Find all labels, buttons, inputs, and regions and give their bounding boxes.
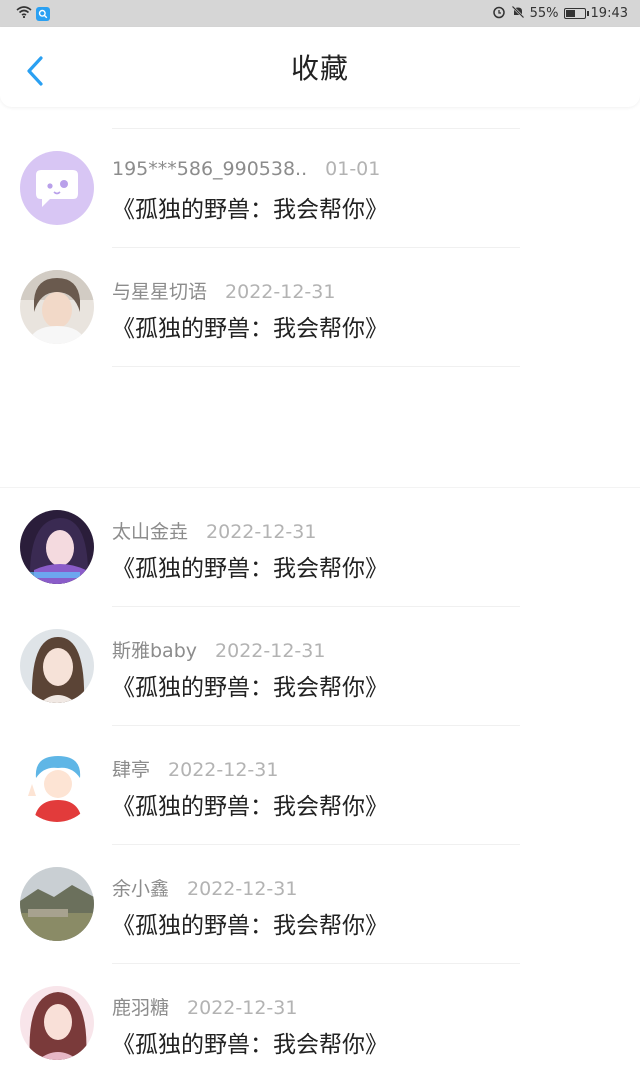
avatar[interactable] [20,986,94,1060]
status-right: 55% 19:43 [492,5,628,23]
username[interactable]: 鹿羽糖 [112,993,169,1020]
item-meta: 195***586_990538.. 01-01 [112,158,380,180]
item-meta: 肆亭 2022-12-31 [112,755,278,782]
avatar[interactable] [20,867,94,941]
list-item[interactable]: 斯雅baby 2022-12-31 《孤独的野兽：我会帮你》 [0,607,640,725]
avatar[interactable] [20,510,94,584]
battery-icon [563,8,589,19]
avatar[interactable] [20,151,94,225]
mute-icon [511,5,525,23]
avatar[interactable] [20,270,94,344]
item-content[interactable]: 《孤独的野兽：我会帮你》 [112,906,388,940]
date: 2022-12-31 [206,521,317,543]
username[interactable]: 与星星切语 [112,277,207,304]
battery-percent: 55% [529,6,559,21]
status-bar: 55% 19:43 [0,0,640,27]
avatar[interactable] [20,629,94,703]
item-meta: 斯雅baby 2022-12-31 [112,636,325,663]
item-meta: 太山金垚 2022-12-31 [112,517,316,544]
header-bar: 收藏 [0,27,640,107]
date: 2022-12-31 [187,997,298,1019]
app-notification-icon [36,6,50,21]
item-content[interactable]: 《孤独的野兽：我会帮你》 [112,1025,388,1059]
list-item[interactable]: 与星星切语 2022-12-31 《孤独的野兽：我会帮你》 [0,248,640,366]
chevron-left-icon [26,55,44,91]
username[interactable]: 肆亭 [112,755,150,782]
list-item[interactable]: 鹿羽糖 2022-12-31 《孤独的野兽：我会帮你》 [0,964,640,1067]
item-meta: 余小鑫 2022-12-31 [112,874,297,901]
empty-space [0,367,640,487]
chat-bubble-icon [20,170,94,225]
username[interactable]: 斯雅baby [112,636,197,663]
username[interactable]: 太山金垚 [112,517,188,544]
wifi-icon [16,5,32,22]
favorites-list: 195***586_990538.. 01-01 《孤独的野兽：我会帮你》 与星… [0,110,640,1067]
avatar[interactable] [20,748,94,822]
page-title: 收藏 [290,52,349,85]
date: 2022-12-31 [215,640,326,662]
username[interactable]: 余小鑫 [112,874,169,901]
list-item[interactable]: 太山金垚 2022-12-31 《孤独的野兽：我会帮你》 [0,488,640,606]
date: 2022-12-31 [168,759,279,781]
item-content[interactable]: 《孤独的野兽：我会帮你》 [112,549,388,583]
item-meta: 鹿羽糖 2022-12-31 [112,993,297,1020]
date: 01-01 [325,158,381,180]
status-left [16,5,50,22]
back-button[interactable] [22,55,48,91]
date: 2022-12-31 [225,281,336,303]
item-meta: 与星星切语 2022-12-31 [112,277,335,304]
battery-fill [565,10,575,17]
date: 2022-12-31 [187,878,298,900]
username[interactable]: 195***586_990538.. [112,158,307,180]
clock-time: 19:43 [590,6,628,21]
list-item[interactable]: 肆亭 2022-12-31 《孤独的野兽：我会帮你》 [0,726,640,844]
item-content[interactable]: 《孤独的野兽：我会帮你》 [112,190,388,224]
item-content[interactable]: 《孤独的野兽：我会帮你》 [112,309,388,343]
alarm-icon [492,5,506,23]
item-content[interactable]: 《孤独的野兽：我会帮你》 [112,787,388,821]
list-item[interactable]: 余小鑫 2022-12-31 《孤独的野兽：我会帮你》 [0,845,640,963]
item-content[interactable]: 《孤独的野兽：我会帮你》 [112,668,388,702]
list-item[interactable]: 195***586_990538.. 01-01 《孤独的野兽：我会帮你》 [0,129,640,247]
